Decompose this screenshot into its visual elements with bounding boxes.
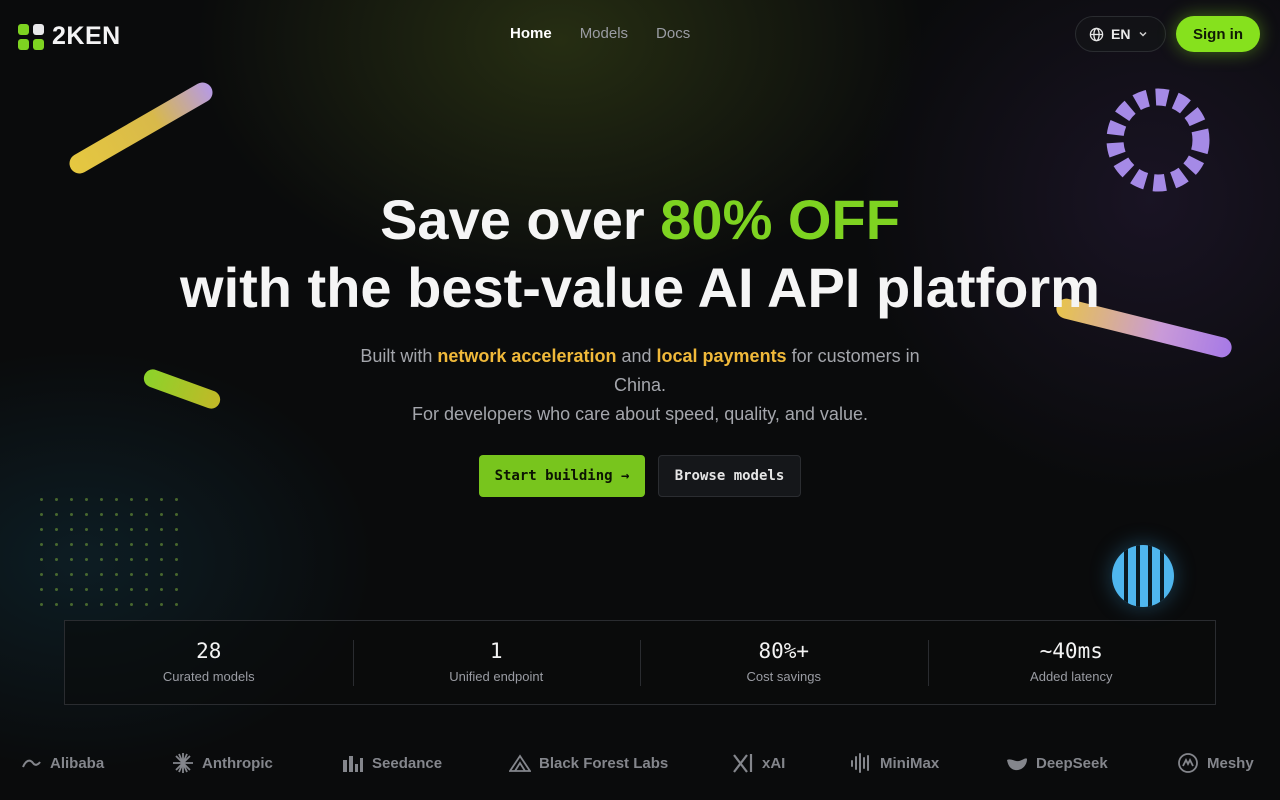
nav-models[interactable]: Models (580, 25, 628, 42)
partner-name: Anthropic (202, 754, 273, 772)
stat-added-latency: ~40ms Added latency (927, 621, 1216, 704)
minimax-icon (851, 753, 869, 773)
brand-name: 2KEN (52, 22, 121, 50)
subtitle-highlight-payments: local payments (656, 346, 787, 366)
logo-icon (18, 23, 44, 50)
stat-value: 1 (489, 639, 503, 663)
decorative-bar-yellow-purple (65, 78, 217, 178)
decorative-dashed-ring (1106, 88, 1210, 192)
deepseek-icon (1007, 758, 1027, 771)
subtitle-highlight-network: network acceleration (437, 346, 617, 366)
partner-xai: xAI (732, 752, 785, 774)
hero-headline: Save over 80% OFF with the best-value AI… (0, 186, 1280, 322)
main-nav: Home Models Docs (510, 25, 690, 42)
stat-label: Curated models (162, 669, 255, 684)
xai-icon (733, 754, 753, 773)
start-building-button[interactable]: Start building → (479, 455, 645, 497)
hero-subtitle: Built with network acceleration and loca… (340, 342, 940, 429)
partner-deepseek: DeepSeek (1006, 752, 1108, 774)
partner-name: MiniMax (880, 754, 940, 772)
partner-alibaba: Alibaba (20, 752, 104, 774)
partner-name: Seedance (372, 754, 443, 772)
subtitle-text: Built with (360, 346, 438, 366)
globe-icon (1089, 27, 1104, 41)
stat-cost-savings: 80%+ Cost savings (640, 621, 928, 704)
language-label: EN (1111, 26, 1131, 42)
stat-value: ~40ms (1039, 639, 1103, 663)
hero-title-prefix: Save over (380, 188, 661, 251)
alibaba-icon (22, 759, 41, 768)
partner-meshy: Meshy (1177, 752, 1254, 774)
language-selector[interactable]: EN (1075, 16, 1166, 52)
partner-name: DeepSeek (1036, 754, 1108, 772)
browse-models-button[interactable]: Browse models (658, 455, 801, 497)
black-forest-labs-icon (509, 754, 531, 772)
hero-headline-line1: Save over 80% OFF (0, 186, 1280, 254)
partner-anthropic: Anthropic (172, 752, 273, 774)
partner-black-forest-labs: Black Forest Labs (509, 752, 668, 774)
chevron-down-icon (1139, 31, 1147, 37)
partner-name: Alibaba (50, 754, 105, 772)
stat-label: Cost savings (746, 669, 821, 684)
top-navigation: 2KEN Home Models Docs EN Sign in (0, 0, 1280, 68)
stat-value: 80%+ (758, 639, 810, 663)
stat-unified-endpoint: 1 Unified endpoint (352, 621, 641, 704)
stat-label: Added latency (1030, 669, 1113, 684)
stat-value: 28 (196, 639, 222, 663)
partner-name: xAI (762, 754, 786, 772)
subtitle-line2: For developers who care about speed, qua… (412, 404, 868, 424)
partner-minimax: MiniMax (850, 752, 939, 774)
hero-headline-line2: with the best-value AI API platform (180, 256, 1100, 319)
decorative-bar-green (141, 366, 223, 412)
stat-label: Unified endpoint (449, 669, 544, 684)
decorative-dot-grid (40, 498, 190, 614)
subtitle-text: and (616, 346, 657, 366)
anthropic-icon (173, 753, 193, 773)
partner-name: Black Forest Labs (539, 754, 669, 772)
stat-curated-models: 28 Curated models (65, 621, 353, 704)
partner-logos: Alibaba Anthropic Seedance Black Forest … (0, 752, 1280, 778)
nav-docs[interactable]: Docs (656, 25, 690, 42)
hero-title-accent: 80% OFF (660, 188, 900, 251)
partner-name: Meshy (1207, 754, 1254, 772)
partner-seedance: Seedance (342, 752, 442, 774)
meshy-icon (1178, 753, 1198, 773)
seedance-icon (343, 756, 363, 772)
decorative-striped-circle (1112, 545, 1174, 607)
nav-home[interactable]: Home (510, 25, 552, 42)
sign-in-button[interactable]: Sign in (1176, 16, 1260, 52)
stats-panel: 28 Curated models 1 Unified endpoint 80%… (64, 620, 1216, 705)
brand-logo[interactable]: 2KEN (18, 22, 121, 51)
